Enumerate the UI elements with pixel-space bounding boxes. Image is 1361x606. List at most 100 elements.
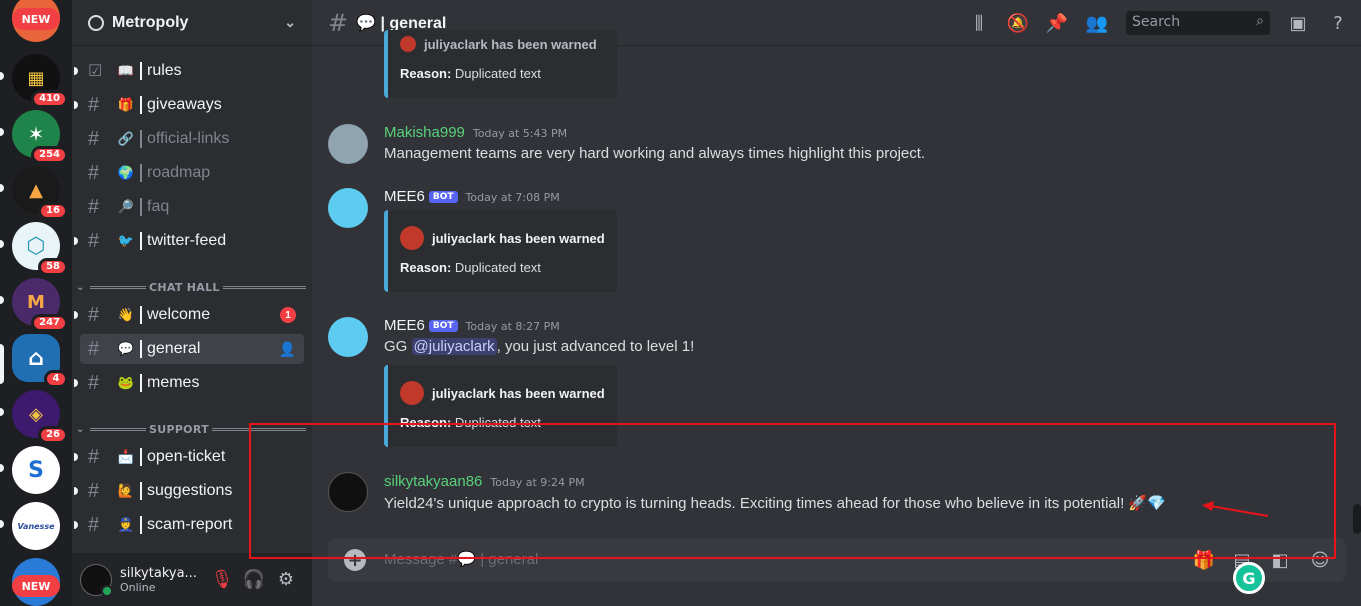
message-text: GG @juliyaclark, you just advanced to le… — [384, 338, 695, 355]
user-mention[interactable]: @juliyaclark — [411, 338, 497, 355]
server-badge: 26 — [38, 426, 68, 444]
server-logo-icon: ✶ — [27, 122, 45, 146]
server-unread-pill — [0, 520, 4, 528]
channel-general[interactable]: # 💬 general 👤 — [80, 334, 304, 364]
channel-separator — [140, 306, 142, 324]
channel-separator — [140, 374, 142, 392]
channel-rules[interactable]: ☑ 📖 rules — [74, 56, 304, 86]
bot-badge: BOT — [428, 320, 458, 332]
channel-emoji: 💬 — [117, 341, 135, 356]
channel-faq[interactable]: # 🔎 faq — [80, 192, 304, 222]
channel-separator — [140, 130, 142, 148]
message-text: Management teams are very hard working a… — [384, 145, 926, 162]
message-timestamp: Today at 8:27 PM — [465, 320, 560, 333]
channel-giveaways[interactable]: # 🎁 giveaways — [74, 90, 304, 120]
channel-emoji: 🌍 — [117, 165, 135, 180]
server-icon-1[interactable]: ▦ 410 — [12, 54, 68, 108]
message-composer[interactable]: + Message #💬 | general 🎁 ▤ ◧ ☺ — [328, 538, 1346, 582]
grammarly-icon[interactable]: G — [1233, 562, 1265, 594]
server-icon-5[interactable]: M 247 — [12, 278, 68, 332]
pin-icon[interactable]: 📌 — [1045, 11, 1069, 35]
mee6-avatar[interactable] — [328, 188, 368, 228]
mute-microphone-icon[interactable]: 🎙 — [206, 564, 238, 596]
mee6-avatar[interactable] — [328, 317, 368, 357]
channel-emoji: 🔎 — [117, 199, 135, 214]
notification-bell-muted-icon[interactable]: 🔕 — [1006, 11, 1030, 35]
threads-icon[interactable]: ⫼ — [967, 11, 991, 35]
gift-icon[interactable]: 🎁 — [1192, 548, 1216, 572]
server-badge: 58 — [38, 258, 68, 276]
channel-memes[interactable]: # 🐸 memes — [74, 368, 304, 398]
unread-pill — [74, 311, 78, 319]
message-timestamp: Today at 5:43 PM — [472, 127, 568, 140]
add-member-icon[interactable]: 👤 — [279, 341, 296, 358]
username: silkytakya... — [120, 565, 197, 581]
warn-embed: juliyaclark has been warned Reason: Dupl… — [384, 30, 617, 98]
server-unread-pill — [0, 240, 4, 248]
channel-name: twitter-feed — [147, 232, 227, 249]
server-icon-vanesse[interactable]: Vanesse — [12, 502, 60, 550]
sticker-icon[interactable]: ◧ — [1268, 548, 1292, 572]
channel-roadmap[interactable]: # 🌍 roadmap — [80, 158, 304, 188]
avatar[interactable] — [328, 124, 368, 164]
house-icon: ⌂ — [28, 345, 44, 371]
channel-separator — [140, 232, 142, 250]
channel-separator — [140, 448, 142, 466]
channel-separator — [140, 62, 142, 80]
gear-icon[interactable]: ⚙ — [270, 564, 302, 596]
channel-official-links[interactable]: # 🔗 official-links — [80, 124, 304, 154]
server-icon-4[interactable]: ⬡ 58 — [12, 222, 68, 276]
server-unread-pill — [0, 408, 4, 416]
message-author[interactable]: Makisha999 — [384, 124, 465, 141]
channel-twitter-feed[interactable]: # 🐦 twitter-feed — [74, 226, 304, 256]
channel-name: suggestions — [147, 482, 233, 499]
server-icon-7[interactable]: ◈ 26 — [12, 390, 68, 444]
member-list-icon[interactable]: 👥 — [1085, 11, 1109, 35]
message-author[interactable]: MEE6 — [384, 188, 425, 205]
server-logo-text: Vanesse — [17, 521, 55, 531]
checkbox-channel-icon: ☑ — [88, 63, 103, 80]
server-badge: 254 — [31, 146, 68, 164]
channel-suggestions[interactable]: # 🙋 suggestions — [74, 476, 304, 506]
server-logo-icon: ▲ — [29, 179, 43, 201]
unread-pill — [74, 101, 78, 109]
chevron-down-icon: ⌄ — [284, 14, 296, 30]
server-selected-pill — [0, 344, 4, 384]
search-placeholder: Search — [1132, 14, 1181, 30]
user-info[interactable]: silkytakya... Online — [120, 566, 206, 594]
message-author[interactable]: silkytakyaan86 — [384, 473, 482, 490]
server-icon-8[interactable]: S — [12, 446, 60, 494]
avatar[interactable] — [80, 563, 113, 597]
channel-emoji: 🔗 — [117, 131, 135, 146]
message-timestamp: Today at 9:24 PM — [490, 476, 585, 489]
guild-icon — [88, 14, 104, 31]
server-badge: 247 — [31, 314, 68, 332]
channel-name: roadmap — [147, 164, 211, 181]
server-icon-2[interactable]: ✶ 254 — [12, 110, 68, 164]
category-chat-hall[interactable]: ⌄ CHAT HALL — [76, 278, 306, 296]
search-input[interactable]: Search ⌕ — [1126, 11, 1270, 35]
help-icon[interactable]: ? — [1326, 11, 1350, 35]
channel-emoji: 📖 — [117, 63, 135, 78]
channel-open-ticket[interactable]: # 📩 open-ticket — [74, 442, 304, 472]
message: MEE6 BOT Today at 7:08 PM juliyaclark ha… — [328, 186, 1338, 296]
channel-name: scam-report — [147, 516, 233, 533]
headphones-icon[interactable]: 🎧 — [238, 564, 270, 596]
server-icon-3[interactable]: ▲ 16 — [12, 166, 68, 220]
emoji-icon[interactable]: ☺ — [1308, 548, 1332, 572]
message: MEE6 BOT Today at 8:27 PM GG @juliyaclar… — [328, 315, 1338, 449]
channel-emoji: 👮 — [117, 517, 135, 532]
inbox-icon[interactable]: ▣ — [1286, 11, 1310, 35]
channel-welcome[interactable]: # 👋 welcome 1 — [74, 300, 304, 330]
avatar[interactable] — [328, 472, 368, 512]
message-author[interactable]: MEE6 — [384, 317, 425, 334]
scrollbar[interactable] — [1353, 504, 1361, 534]
server-logo-icon: ◈ — [29, 403, 43, 425]
guild-header[interactable]: Metropoly ⌄ — [72, 0, 312, 46]
server-icon-metropoly[interactable]: ⌂ 4 — [12, 334, 68, 388]
server-rail: NEW ▦ 410 ✶ 254 ▲ 16 ⬡ 58 M 247 ⌂ 4 ◈ 26… — [0, 0, 72, 606]
channel-scam-report[interactable]: # 👮 scam-report — [74, 510, 304, 540]
chevron-down-icon: ⌄ — [76, 281, 85, 293]
category-support[interactable]: ⌄ SUPPORT — [76, 420, 306, 438]
add-attachment-icon[interactable]: + — [344, 549, 366, 571]
